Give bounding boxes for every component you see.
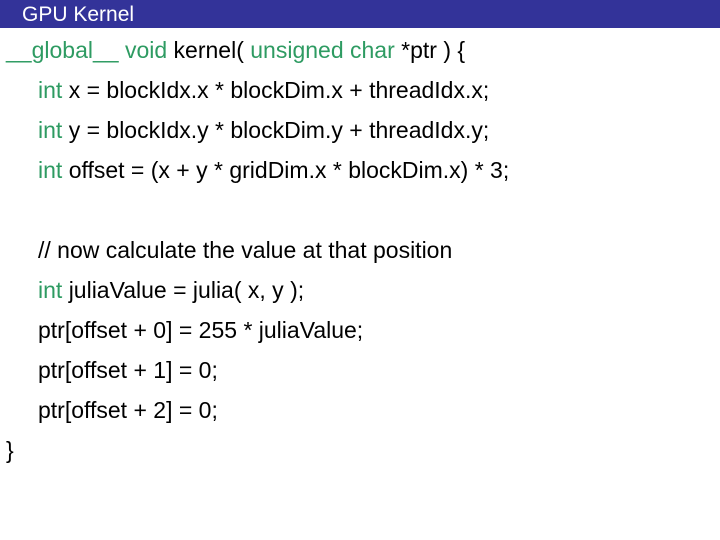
code-keyword-token: int bbox=[38, 117, 69, 143]
code-text-token: *ptr ) { bbox=[401, 37, 466, 63]
slide-root: GPU Kernel __global__ void kernel( unsig… bbox=[0, 0, 720, 540]
code-line: int y = blockIdx.y * blockDim.y + thread… bbox=[0, 110, 720, 150]
code-text-token: kernel( bbox=[173, 37, 251, 63]
code-keyword-token: int bbox=[38, 157, 69, 183]
code-text-token: y = blockIdx.y * blockDim.y + threadIdx.… bbox=[68, 117, 490, 143]
code-text-token: ptr[offset + 1] = 0; bbox=[38, 357, 218, 383]
code-text-token: juliaValue = julia( x, y ); bbox=[68, 277, 305, 303]
code-text-token: offset = (x + y * gridDim.x * blockDim.x… bbox=[68, 157, 510, 183]
code-line: int offset = (x + y * gridDim.x * blockD… bbox=[0, 150, 720, 190]
code-text-token: } bbox=[6, 437, 14, 463]
code-line: int juliaValue = julia( x, y ); bbox=[0, 270, 720, 310]
code-line: ptr[offset + 0] = 255 * juliaValue; bbox=[0, 310, 720, 350]
code-line: __global__ void kernel( unsigned char *p… bbox=[0, 30, 720, 70]
code-line: } bbox=[0, 430, 720, 470]
code-text-token: x = blockIdx.x * blockDim.x + threadIdx.… bbox=[68, 77, 490, 103]
slide-title: GPU Kernel bbox=[22, 2, 135, 26]
code-line: ptr[offset + 2] = 0; bbox=[0, 390, 720, 430]
code-text-token: ptr[offset + 2] = 0; bbox=[38, 397, 218, 423]
code-line: int x = blockIdx.x * blockDim.x + thread… bbox=[0, 70, 720, 110]
code-text-token: ptr[offset + 0] = 255 * juliaValue; bbox=[38, 317, 364, 343]
code-keyword-token: void bbox=[118, 37, 174, 63]
code-keyword-token: __global__ bbox=[6, 37, 119, 63]
code-keyword-token: int bbox=[38, 277, 69, 303]
slide-title-bar: GPU Kernel bbox=[0, 0, 720, 28]
code-comment-token: // now calculate the value at that posit… bbox=[38, 237, 453, 263]
code-keyword-token: int bbox=[38, 77, 69, 103]
code-block: __global__ void kernel( unsigned char *p… bbox=[0, 30, 720, 540]
code-line: ptr[offset + 1] = 0; bbox=[0, 350, 720, 390]
code-keyword-token: unsigned char bbox=[250, 37, 402, 63]
code-line: // now calculate the value at that posit… bbox=[0, 230, 720, 270]
